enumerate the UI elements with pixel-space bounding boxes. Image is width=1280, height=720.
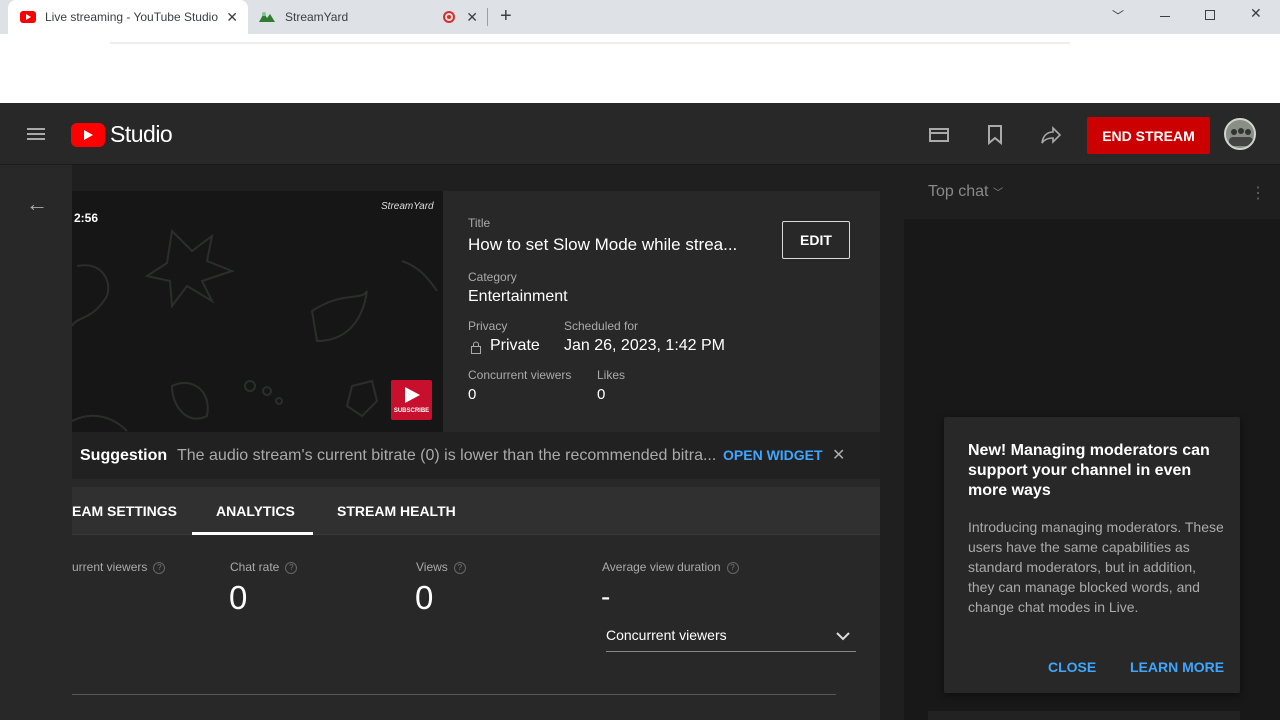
menu-icon[interactable] (27, 128, 45, 140)
popup-body: Introducing managing moderators. These u… (968, 519, 1224, 615)
browser-tab-youtube-studio[interactable]: Live streaming - YouTube Studio ✕ (8, 0, 248, 34)
metric-value: 0 (415, 579, 434, 616)
browser-tab-bar: Live streaming - YouTube Studio ✕ Stream… (0, 0, 1280, 34)
bookmark-icon[interactable] (987, 125, 1003, 145)
chevron-down-icon: ﹀ (992, 188, 1003, 199)
close-tab-icon[interactable]: ✕ (226, 9, 238, 26)
clapperboard-icon[interactable] (929, 128, 949, 142)
subscribe-label: SUBSCRIBE (393, 408, 430, 414)
privacy-label: Privacy (468, 319, 508, 333)
scheduled-value: Jan 26, 2023, 1:42 PM (564, 337, 725, 354)
popup-title: New! Managing moderators can support you… (968, 442, 1210, 499)
youtube-favicon-icon (20, 11, 36, 23)
top-chat-selector[interactable]: Top chat ﹀ (928, 183, 1003, 201)
youtube-logo-icon[interactable] (71, 123, 105, 147)
metric-label: Chat rate (230, 560, 280, 574)
dropdown-selected: Concurrent viewers (606, 627, 727, 643)
chevron-down-icon (836, 632, 850, 641)
stream-tabs (72, 487, 880, 535)
active-tab-indicator (192, 532, 313, 535)
chart-baseline (72, 694, 836, 695)
chat-input-edge (928, 711, 1240, 720)
help-icon[interactable]: ? (153, 561, 166, 574)
metric-label: Views (416, 560, 448, 574)
tab-stream-settings[interactable]: EAM SETTINGS (72, 503, 177, 519)
address-bar[interactable] (110, 42, 1070, 44)
minimize-icon[interactable] (1160, 16, 1170, 17)
edit-button[interactable]: EDIT (782, 221, 850, 259)
suggestion-label: Suggestion (80, 447, 168, 464)
metric-value: - (601, 581, 611, 612)
tab-divider (487, 8, 488, 26)
metric-label: Average view duration (602, 560, 721, 574)
lock-icon (471, 341, 481, 354)
recording-indicator-icon (443, 11, 455, 23)
stream-preview[interactable]: 2:56 StreamYard SUBSCRIBE (72, 191, 443, 432)
moderators-popup: New! Managing moderators can support you… (944, 417, 1240, 693)
end-stream-button[interactable]: END STREAM (1087, 117, 1210, 154)
left-nav: ← (0, 165, 72, 720)
category-value: Entertainment (468, 288, 568, 305)
help-icon[interactable]: ? (453, 561, 466, 574)
metric-concurrent-viewers: urrent viewers? (72, 560, 166, 574)
category-label: Category (468, 270, 517, 284)
stream-timer: 2:56 (74, 211, 99, 225)
studio-header: Studio END STREAM (0, 103, 1280, 165)
concurrent-viewers-value: 0 (468, 386, 477, 403)
restore-icon[interactable] (1205, 10, 1215, 20)
tab-title: Live streaming - YouTube Studio (45, 10, 218, 24)
avatar[interactable] (1224, 118, 1256, 150)
likes-label: Likes (597, 368, 626, 382)
likes-value: 0 (597, 386, 606, 403)
more-options-icon[interactable]: ⋮ (1250, 183, 1266, 203)
concurrent-viewers-label: Concurrent viewers (468, 368, 572, 382)
suggestion-text: The audio stream's current bitrate (0) i… (177, 447, 717, 464)
streamyard-watermark: StreamYard (381, 201, 434, 212)
tab-title: StreamYard (285, 10, 349, 24)
title-label: Title (468, 216, 491, 230)
studio-logo-text: Studio (110, 121, 173, 147)
subscribe-badge: SUBSCRIBE (391, 380, 432, 420)
top-chat-label: Top chat (928, 183, 989, 200)
stream-title: How to set Slow Mode while strea... (468, 235, 738, 254)
metric-average-view-duration: Average view duration? (602, 560, 739, 574)
new-tab-icon[interactable]: + (500, 5, 512, 28)
metric-chat-rate: Chat rate? (230, 560, 298, 574)
open-widget-link[interactable]: OPEN WIDGET (723, 447, 823, 463)
browser-tab-streamyard[interactable]: StreamYard ✕ (250, 0, 486, 34)
tab-search-chevron-icon[interactable]: ﹀ (1112, 7, 1124, 24)
share-icon[interactable] (1040, 126, 1062, 144)
streamyard-favicon-icon (259, 12, 275, 22)
metric-label: urrent viewers (72, 560, 148, 574)
privacy-value: Private (490, 337, 540, 354)
metric-views: Views? (416, 560, 466, 574)
back-arrow-icon[interactable]: ← (26, 191, 48, 217)
tab-stream-health[interactable]: STREAM HEALTH (337, 503, 456, 519)
learn-more-button[interactable]: LEARN MORE (1130, 659, 1224, 675)
leaf-pattern-background (72, 228, 438, 432)
browser-toolbar (0, 34, 1280, 103)
play-icon (405, 387, 420, 403)
window-close-icon[interactable]: ✕ (1250, 5, 1262, 22)
metric-dropdown[interactable]: Concurrent viewers (606, 621, 856, 652)
help-icon[interactable]: ? (285, 561, 298, 574)
dismiss-suggestion-icon[interactable]: ✕ (832, 445, 845, 465)
metric-value: 0 (229, 579, 248, 616)
close-button[interactable]: CLOSE (1048, 659, 1096, 675)
close-tab-icon[interactable]: ✕ (466, 9, 478, 26)
youtube-studio-app: Studio END STREAM ← 2:56 StreamYard SUBS… (0, 103, 1280, 720)
help-icon[interactable]: ? (726, 561, 739, 574)
scheduled-label: Scheduled for (564, 319, 639, 333)
tab-analytics[interactable]: ANALYTICS (216, 503, 295, 519)
